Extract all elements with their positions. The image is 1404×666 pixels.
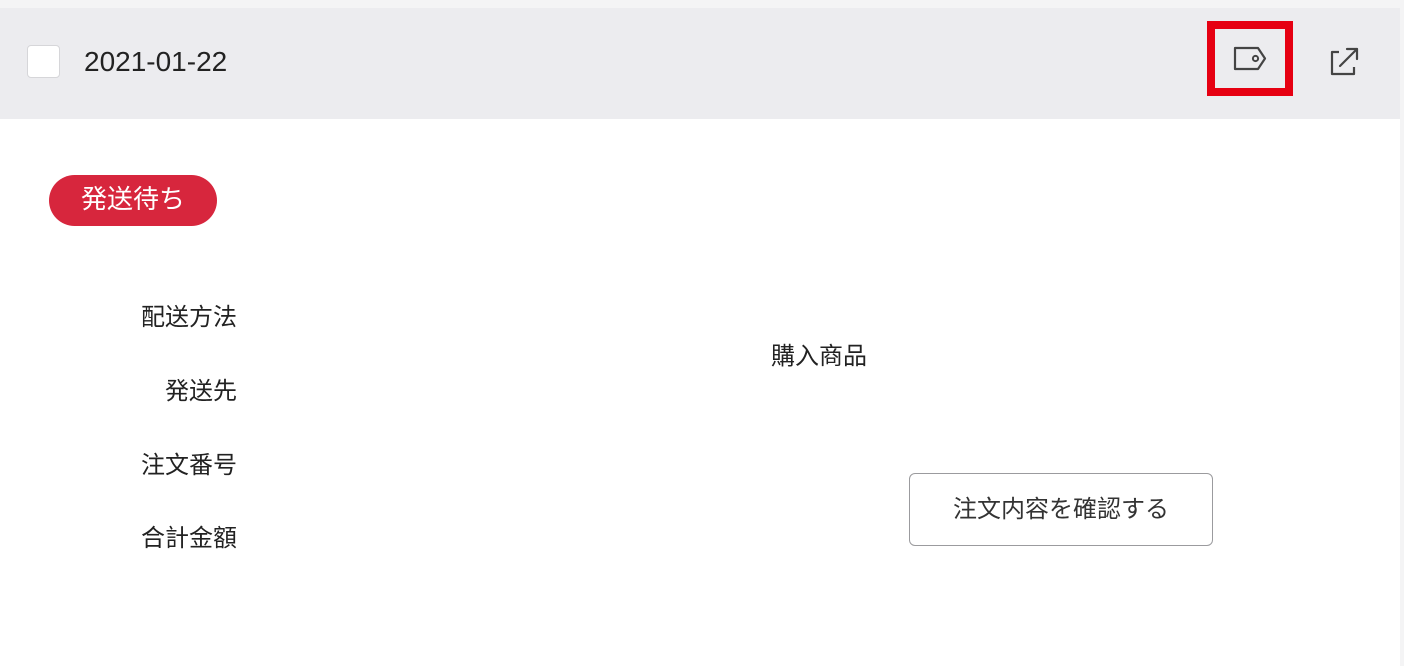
tag-icon bbox=[1233, 46, 1267, 71]
order-card-header: 2021-01-22 bbox=[0, 8, 1400, 119]
shipping-destination-label: 発送先 bbox=[165, 377, 237, 405]
order-date: 2021-01-22 bbox=[84, 46, 228, 77]
order-card: 2021-01-22 発送待ち 配送方法 発送先 注文番号 合計金額 購入商品 bbox=[0, 8, 1400, 666]
external-link-icon bbox=[1329, 47, 1361, 77]
order-number-label: 注文番号 bbox=[141, 451, 237, 479]
order-select-checkbox[interactable] bbox=[27, 45, 60, 78]
status-badge: 発送待ち bbox=[49, 175, 217, 226]
open-external-button[interactable] bbox=[1325, 45, 1365, 79]
purchased-items-label: 購入商品 bbox=[771, 342, 867, 370]
shipping-method-label: 配送方法 bbox=[141, 303, 237, 331]
view-order-details-button[interactable]: 注文内容を確認する bbox=[909, 473, 1213, 546]
tag-button[interactable] bbox=[1207, 21, 1293, 96]
total-amount-label: 合計金額 bbox=[141, 524, 237, 552]
